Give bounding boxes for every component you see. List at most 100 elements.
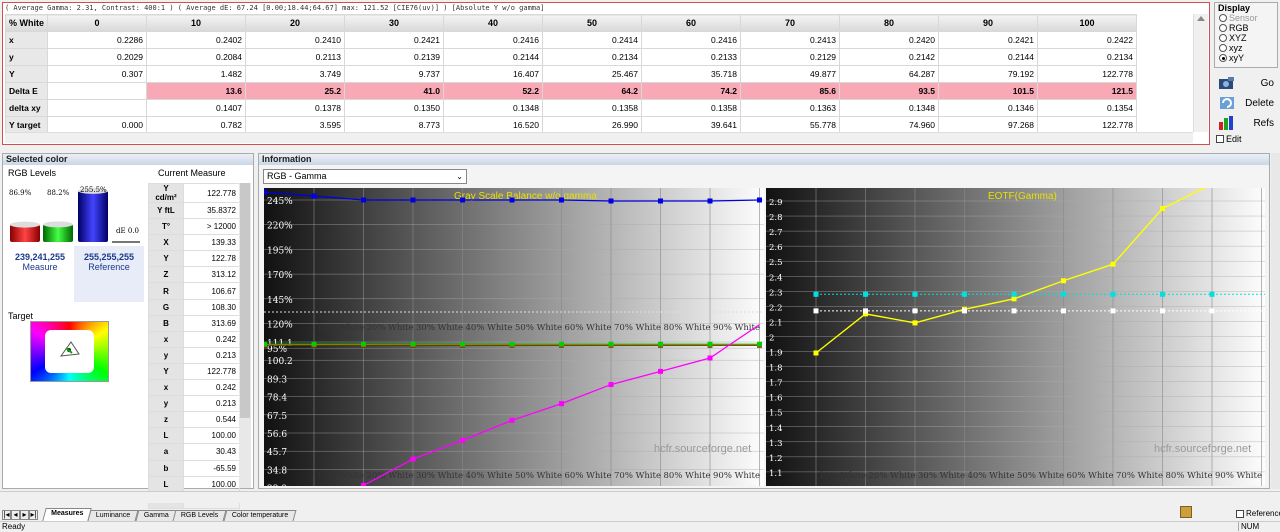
go-button[interactable]: Go [1214,72,1278,94]
table-cell[interactable]: 64.287 [839,65,939,83]
tab-prev-icon[interactable]: ◂ [11,510,20,520]
table-cell[interactable]: 0.1363 [740,99,840,117]
table-cell[interactable]: 0.2286 [47,31,147,49]
tab-first-icon[interactable]: |◂ [2,510,11,520]
table-cell[interactable] [47,82,147,100]
table-cell[interactable]: 39.641 [641,116,741,134]
tab-rgb-levels[interactable]: RGB Levels [172,510,228,521]
column-header[interactable]: 60 [641,14,741,32]
tab-next-icon[interactable]: ▸ [20,510,29,520]
column-header[interactable]: 0 [47,14,147,32]
table-cell[interactable]: 0.2133 [641,48,741,66]
radio-icon[interactable] [1219,54,1227,62]
tab-luminance[interactable]: Luminance [87,510,140,521]
table-cell[interactable]: 35.718 [641,65,741,83]
radio-icon[interactable] [1219,24,1227,32]
table-cell[interactable]: 0.2142 [839,48,939,66]
checkbox-icon[interactable] [1236,509,1244,518]
chevron-down-icon[interactable]: ⌄ [456,170,463,183]
table-cell[interactable]: 1.482 [146,65,246,83]
column-header[interactable]: 10 [146,14,246,32]
table-cell[interactable]: 0.2420 [839,31,939,49]
table-cell[interactable]: 74.960 [839,116,939,134]
edit-checkbox[interactable]: Edit [1216,134,1242,144]
table-cell[interactable]: 49.877 [740,65,840,83]
table-cell[interactable]: 0.1407 [146,99,246,117]
table-cell[interactable]: 101.5 [938,82,1038,100]
table-cell[interactable]: 0.1346 [938,99,1038,117]
table-cell[interactable]: 9.737 [344,65,444,83]
table-cell[interactable]: 0.2134 [1037,48,1137,66]
display-option-xyy[interactable]: xyY [1215,53,1277,63]
table-cell[interactable]: 0.2129 [740,48,840,66]
measures-table[interactable]: % White 0 10 20 30 40 50 60 70 80 90 100 x 0.2286 0.24… [5,14,1137,134]
table-cell[interactable]: 3.749 [245,65,345,83]
table-cell[interactable]: 0.307 [47,65,147,83]
tab-measures[interactable]: Measures [42,508,93,521]
table-cell[interactable]: 0.2422 [1037,31,1137,49]
table-cell[interactable]: 0.2413 [740,31,840,49]
table-cell[interactable]: 0.2113 [245,48,345,66]
table-cell[interactable]: 0.1348 [839,99,939,117]
display-option-rgb[interactable]: RGB [1215,23,1277,33]
table-cell[interactable]: 97.268 [938,116,1038,134]
table-cell[interactable] [47,99,147,117]
table-cell[interactable]: 0.1354 [1037,99,1137,117]
table-cell[interactable]: 0.2416 [443,31,543,49]
table-cell[interactable]: 0.1348 [443,99,543,117]
checkbox-icon[interactable] [1216,135,1224,143]
refs-button[interactable]: Refs [1214,112,1278,134]
display-option-xyz[interactable]: xyz [1215,43,1277,53]
table-row[interactable]: x 0.2286 0.2402 0.2410 0.2421 0.2416 0.2414 0.2… [5,31,1137,49]
table-cell[interactable]: 25.467 [542,65,642,83]
table-cell[interactable]: 0.1358 [641,99,741,117]
radio-icon[interactable] [1219,14,1227,22]
current-measure-scrollbar[interactable] [239,183,251,488]
column-header[interactable]: 80 [839,14,939,32]
table-cell[interactable]: 3.595 [245,116,345,134]
table-cell[interactable]: 122.778 [1037,116,1137,134]
table-horizontal-scrollbar[interactable] [5,132,1193,143]
column-header[interactable]: 40 [443,14,543,32]
table-cell[interactable]: 122.778 [1037,65,1137,83]
table-row[interactable]: y 0.2029 0.2084 0.2113 0.2139 0.2144 0.2134 0.2… [5,48,1137,66]
table-cell[interactable]: 0.782 [146,116,246,134]
table-cell[interactable]: 0.2410 [245,31,345,49]
table-cell[interactable]: 0.1378 [245,99,345,117]
table-cell[interactable]: 16.520 [443,116,543,134]
table-cell[interactable]: 121.5 [1037,82,1137,100]
table-cell[interactable]: 0.2421 [938,31,1038,49]
tab-last-icon[interactable]: ▸| [29,510,38,520]
table-cell[interactable]: 26.990 [542,116,642,134]
table-cell[interactable]: 74.2 [641,82,741,100]
table-cell[interactable]: 8.773 [344,116,444,134]
table-cell[interactable]: 52.2 [443,82,543,100]
table-cell[interactable]: 55.778 [740,116,840,134]
column-header[interactable]: 100 [1037,14,1137,32]
radio-icon[interactable] [1219,44,1227,52]
table-cell[interactable]: 0.2144 [443,48,543,66]
table-cell[interactable]: 41.0 [344,82,444,100]
column-header[interactable]: 50 [542,14,642,32]
table-cell[interactable]: 64.2 [542,82,642,100]
table-cell[interactable]: 0.2084 [146,48,246,66]
main-horizontal-scrollbar[interactable] [0,491,1280,503]
column-header[interactable]: 90 [938,14,1038,32]
table-cell[interactable]: 0.1358 [542,99,642,117]
tab-color-temperature[interactable]: Color temperature [223,510,297,521]
table-cell[interactable]: 0.1350 [344,99,444,117]
table-row[interactable]: Y target 0.000 0.782 3.595 8.773 16.520 26.990… [5,116,1137,134]
table-cell[interactable]: 0.000 [47,116,147,134]
table-cell[interactable]: 25.2 [245,82,345,100]
main-vertical-scrollbar[interactable] [1271,153,1280,489]
column-header[interactable]: 20 [245,14,345,32]
table-vertical-scrollbar[interactable] [1193,14,1208,132]
tab-gamma[interactable]: Gamma [135,510,177,521]
table-cell[interactable]: 0.2402 [146,31,246,49]
table-cell[interactable]: 0.2134 [542,48,642,66]
table-cell[interactable]: 0.2139 [344,48,444,66]
scroll-thumb[interactable] [240,183,250,418]
display-option-xyz[interactable]: XYZ [1215,33,1277,43]
table-cell[interactable]: 79.192 [938,65,1038,83]
table-cell[interactable]: 0.2414 [542,31,642,49]
